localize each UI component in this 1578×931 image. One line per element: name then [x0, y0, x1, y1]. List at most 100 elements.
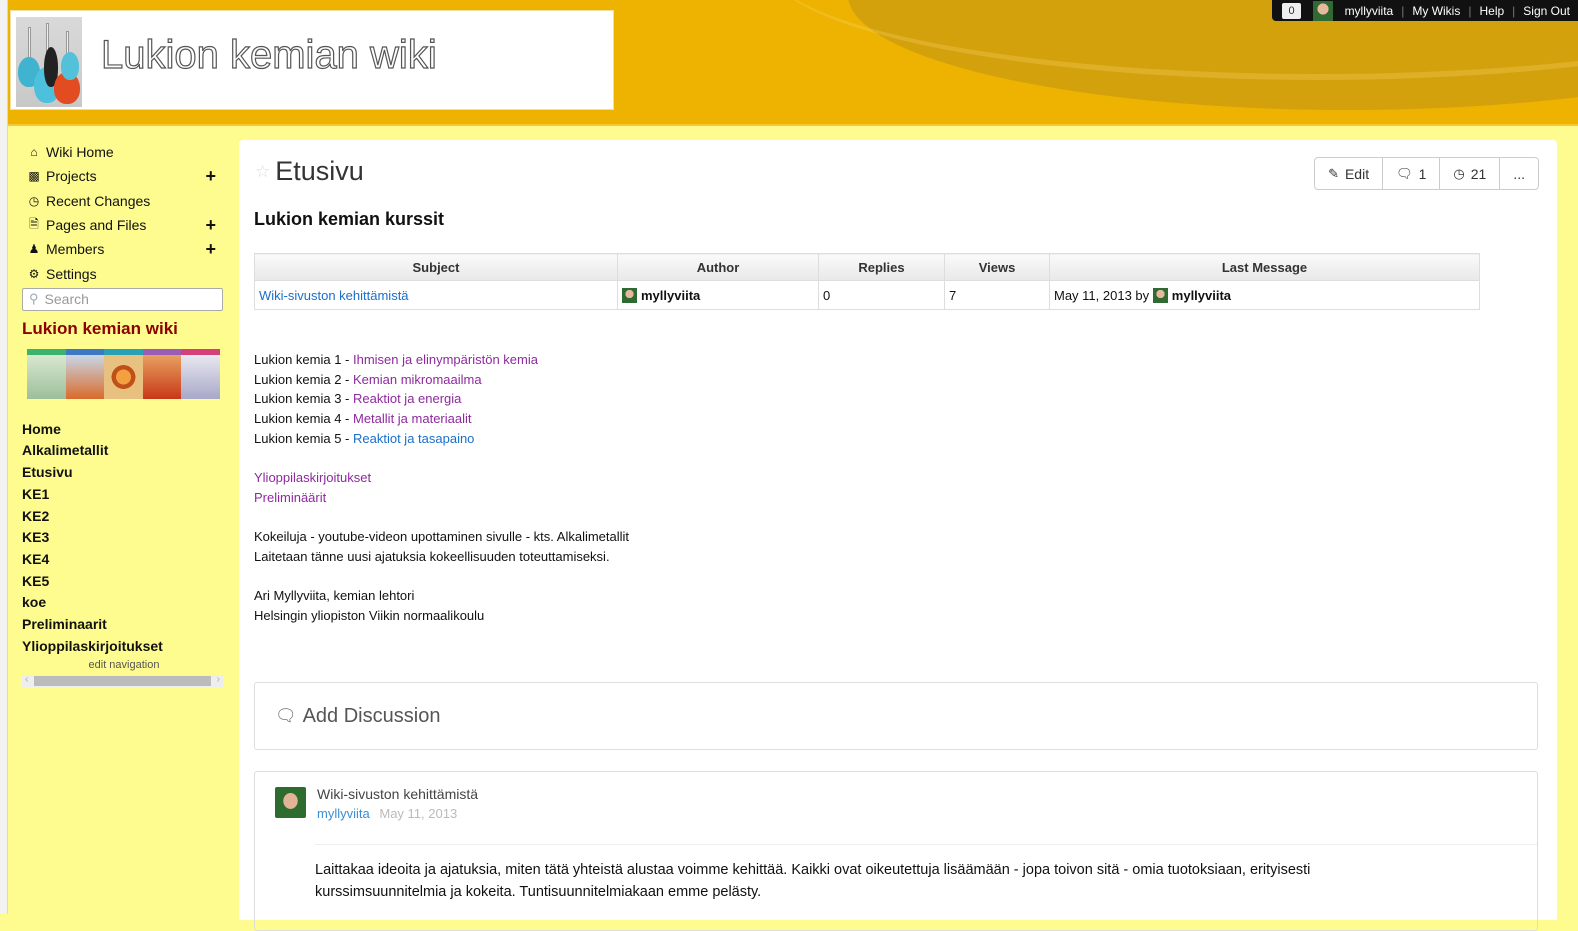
discussion-subject-link[interactable]: Wiki-sivuston kehittämistä	[259, 288, 409, 303]
table-row: Wiki-sivuston kehittämistä myllyviita 0 …	[254, 280, 1480, 310]
signature-line: Ari Myllyviita, kemian lehtori	[254, 588, 415, 604]
sidebar-item-label: Recent Changes	[46, 192, 151, 209]
page-actions: ✎ Edit 🗨 1 ◷ 21 ...	[1314, 157, 1539, 190]
sign-out-link[interactable]: Sign Out	[1523, 4, 1570, 18]
user-avatar[interactable]	[1312, 0, 1333, 21]
thread-meta: myllyviita May 11, 2013	[317, 806, 457, 821]
column-header-subject[interactable]: Subject	[254, 253, 618, 281]
paragraph-line: Kokeiluja - youtube-videon upottaminen s…	[254, 529, 630, 545]
expand-plus-icon[interactable]: +	[205, 240, 216, 258]
nav-link-ke4[interactable]: KE4	[22, 549, 226, 571]
clock-icon: ◷	[1453, 165, 1465, 181]
nav-link-preliminaarit[interactable]: Preliminaarit	[22, 614, 226, 636]
nav-link-ke2[interactable]: KE2	[22, 506, 226, 528]
author-avatar	[622, 287, 637, 303]
thread-body: Laittakaa ideoita ja ajatuksia, miten tä…	[315, 862, 1311, 900]
author-name[interactable]: myllyviita	[641, 288, 700, 303]
nav-link-alkalimetallit[interactable]: Alkalimetallit	[22, 440, 226, 462]
expand-plus-icon[interactable]: +	[205, 216, 216, 234]
preliminaarit-link[interactable]: Preliminäärit	[254, 490, 326, 505]
course-link-3[interactable]: Reaktiot ja energia	[353, 391, 461, 406]
course-link-2[interactable]: Kemian mikromaailma	[353, 372, 482, 387]
sitemap-icon: ▩	[28, 169, 40, 184]
sidebar-item-pages-and-files[interactable]: 🗎 Pages and Files +	[22, 213, 226, 237]
edit-navigation-link[interactable]: edit navigation	[22, 659, 226, 671]
window-edge	[0, 0, 8, 914]
nav-link-ylioppilaskirjoitukset[interactable]: Ylioppilaskirjoitukset	[22, 636, 226, 658]
course-link-4[interactable]: Metallit ja materiaalit	[353, 411, 472, 426]
section-heading: Lukion kemian kurssit	[254, 209, 445, 229]
edit-button[interactable]: ✎ Edit	[1315, 158, 1384, 189]
pencil-icon: ✎	[1328, 165, 1339, 181]
last-message-user[interactable]: myllyviita	[1172, 288, 1231, 303]
views-cell: 7	[944, 280, 1050, 310]
notification-count[interactable]: 0	[1282, 2, 1301, 19]
thread-title[interactable]: Wiki-sivuston kehittämistä	[317, 786, 478, 802]
scroll-right-icon[interactable]: ›	[217, 674, 220, 685]
thread-author-link[interactable]: myllyviita	[317, 806, 370, 821]
home-icon: ⌂	[30, 145, 38, 160]
thread-author-avatar[interactable]	[275, 787, 306, 818]
course-line: Lukion kemia 1 - Ihmisen ja elinympärist…	[254, 350, 629, 370]
course-line: Lukion kemia 3 - Reaktiot ja energia	[254, 389, 629, 409]
sidebar-item-label: Pages and Files	[46, 217, 147, 234]
clock-icon: ◷	[28, 193, 40, 208]
course-link-1[interactable]: Ihmisen ja elinympäristön kemia	[353, 352, 538, 367]
sidebar-item-members[interactable]: ♟ Members +	[22, 237, 226, 261]
comments-icon: 🗨	[1396, 165, 1413, 181]
course-prefix: Lukion kemia 4 -	[254, 411, 353, 427]
nav-link-etusivu[interactable]: Etusivu	[22, 462, 226, 484]
more-button[interactable]: ...	[1500, 158, 1538, 189]
page-title-row: ☆ Etusivu	[255, 156, 364, 187]
course-prefix: Lukion kemia 5 -	[254, 430, 353, 446]
paragraph-line: Laitetaan tänne uusi ajatuksia kokeellis…	[254, 549, 610, 564]
site-logo[interactable]: Lukion kemian wiki	[10, 10, 614, 110]
expand-plus-icon[interactable]: +	[205, 167, 216, 185]
revisions-button[interactable]: ◷ 21	[1440, 158, 1501, 189]
sidebar-item-label: Projects	[46, 168, 97, 185]
help-link[interactable]: Help	[1479, 4, 1504, 18]
search-placeholder: Search	[44, 291, 89, 308]
course-line: Lukion kemia 5 - Reaktiot ja tasapaino	[254, 429, 629, 449]
comments-button[interactable]: 🗨 1	[1383, 158, 1441, 189]
sidebar-item-wiki-home[interactable]: ⌂ Wiki Home	[22, 140, 226, 164]
username-link[interactable]: myllyviita	[1345, 4, 1394, 18]
add-discussion-button[interactable]: 🗨 Add Discussion	[254, 682, 1538, 750]
course-prefix: Lukion kemia 2 -	[254, 371, 353, 387]
my-wikis-link[interactable]: My Wikis	[1412, 4, 1460, 18]
sidebar-item-label: Wiki Home	[46, 144, 114, 161]
divider	[315, 844, 1537, 845]
nav-link-home[interactable]: Home	[22, 419, 226, 441]
sidebar: ⌂ Wiki Home ▩ Projects + ◷ Recent Change…	[22, 140, 226, 688]
sidebar-item-recent-changes[interactable]: ◷ Recent Changes	[22, 189, 226, 213]
nav-link-koe[interactable]: koe	[22, 592, 226, 614]
sidebar-item-label: Members	[46, 241, 105, 258]
ylioppilaskirjoitukset-link[interactable]: Ylioppilaskirjoitukset	[254, 470, 371, 485]
scrollbar-thumb[interactable]	[34, 676, 211, 687]
column-header-replies[interactable]: Replies	[818, 253, 945, 281]
sidebar-item-settings[interactable]: ⚙ Settings	[22, 261, 226, 285]
last-message-avatar	[1152, 287, 1168, 303]
separator: |	[1401, 3, 1405, 18]
course-link-5[interactable]: Reaktiot ja tasapaino	[353, 431, 474, 446]
edit-label: Edit	[1344, 165, 1370, 182]
column-header-author[interactable]: Author	[617, 253, 819, 281]
star-icon[interactable]: ☆	[255, 162, 270, 182]
course-line: Lukion kemia 4 - Metallit ja materiaalit	[254, 409, 629, 429]
separator: |	[1468, 3, 1472, 18]
scroll-left-icon[interactable]: ‹	[25, 674, 28, 685]
user-icon: ♟	[28, 242, 40, 257]
horizontal-scrollbar[interactable]: ‹ ›	[22, 674, 223, 688]
search-input[interactable]: ⚲ Search	[22, 287, 223, 311]
nav-link-ke5[interactable]: KE5	[22, 571, 226, 593]
nav-link-ke1[interactable]: KE1	[22, 484, 226, 506]
column-header-last-message[interactable]: Last Message	[1049, 253, 1480, 281]
comments-count: 1	[1418, 165, 1427, 182]
logo-flasks-image	[16, 17, 82, 107]
nav-link-ke3[interactable]: KE3	[22, 527, 226, 549]
file-icon: 🗎	[29, 216, 39, 231]
revisions-count: 21	[1470, 165, 1487, 182]
course-prefix: Lukion kemia 3 -	[254, 391, 353, 407]
column-header-views[interactable]: Views	[944, 253, 1050, 281]
sidebar-item-projects[interactable]: ▩ Projects +	[22, 164, 226, 188]
